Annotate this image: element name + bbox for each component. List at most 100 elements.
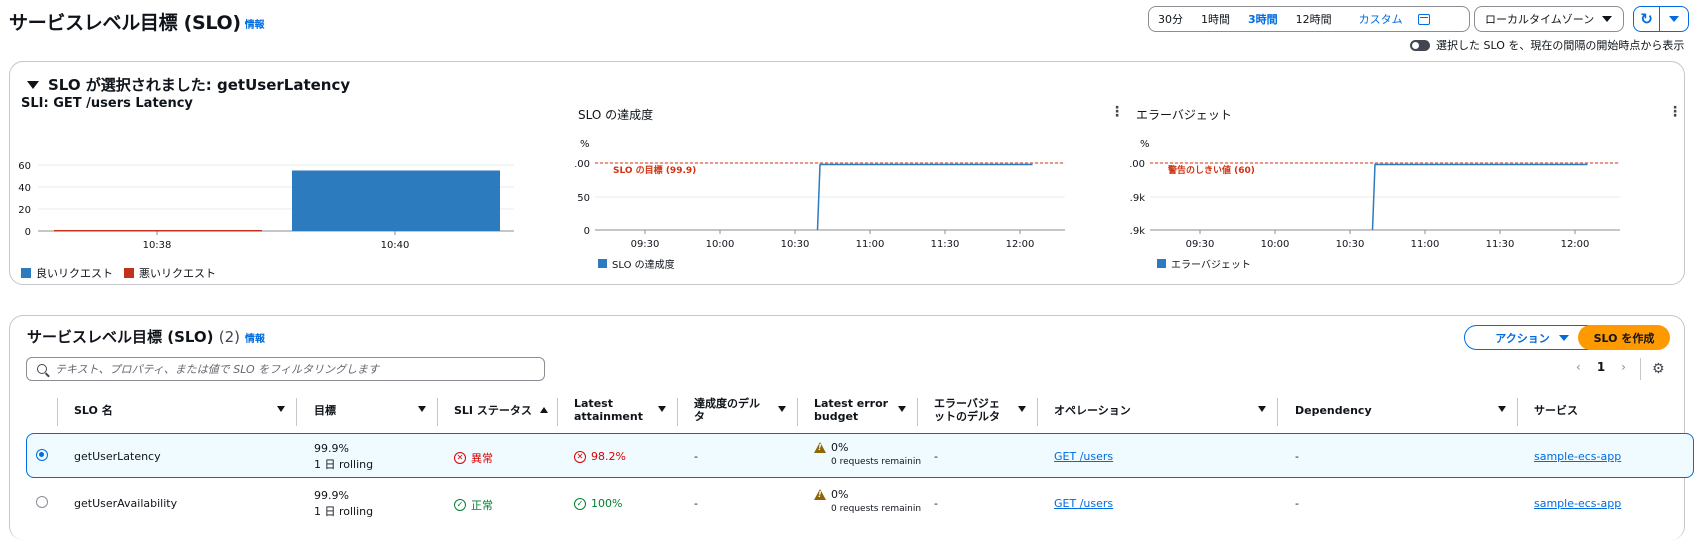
sort-caret-icon[interactable] xyxy=(1498,406,1506,412)
timezone-select[interactable]: ローカルタイムゾーン xyxy=(1474,6,1624,32)
prev-page-icon[interactable]: ‹ xyxy=(1576,360,1581,374)
legend-swatch-good xyxy=(21,268,31,278)
sort-caret-icon[interactable] xyxy=(898,406,906,412)
column-separator xyxy=(437,398,438,426)
y-tick-label: 100 xyxy=(1130,159,1145,170)
x-tick-label: 11:30 xyxy=(1486,239,1515,250)
col-attainment-delta[interactable]: 達成度のデルタ xyxy=(694,393,760,427)
status-badge: ✕ 異常 xyxy=(454,450,493,466)
range-1h[interactable]: 1時間 xyxy=(1192,11,1239,27)
col-service[interactable]: サービス xyxy=(1534,393,1578,427)
toggle-switch[interactable] xyxy=(1410,39,1430,51)
column-separator xyxy=(797,398,798,426)
status-badge: ✓ 正常 xyxy=(454,497,493,513)
x-tick-label: 10:00 xyxy=(706,239,735,250)
caret-down-icon xyxy=(1669,16,1679,22)
threshold-label: 警告のしきい値 (60) xyxy=(1168,164,1255,176)
sli-chart-title: SLI: GET /users Latency xyxy=(21,96,193,111)
caret-down-icon xyxy=(1558,334,1569,341)
column-separator xyxy=(1037,398,1038,426)
x-tick-label: 09:30 xyxy=(1186,239,1215,250)
sli-legend: 良いリクエスト 悪いリクエスト xyxy=(21,265,216,281)
y-tick-label: 20 xyxy=(18,205,31,216)
selected-slo-heading[interactable]: SLO が選択されました: getUserLatency xyxy=(27,74,350,95)
warning-icon xyxy=(814,442,826,453)
create-slo-button[interactable]: SLO を作成 xyxy=(1578,325,1670,350)
col-operation[interactable]: オペレーション xyxy=(1054,393,1131,427)
budget-chart-title: エラーバジェット xyxy=(1136,108,1232,122)
column-separator xyxy=(1517,398,1518,426)
col-latest-error-budget[interactable]: Latest error budget xyxy=(814,393,888,427)
range-12h[interactable]: 12時間 xyxy=(1287,11,1341,27)
show-from-start-toggle[interactable]: 選択した SLO を、現在の間隔の開始時点から表示 xyxy=(1410,37,1684,53)
refresh-options-button[interactable] xyxy=(1660,16,1688,22)
collapse-caret-icon xyxy=(27,80,39,89)
x-tick-label: 11:00 xyxy=(1411,239,1440,250)
legend-swatch-attainment xyxy=(598,259,607,268)
sort-caret-icon[interactable] xyxy=(418,406,426,412)
attainment-delta: - xyxy=(694,450,698,463)
search-input[interactable]: テキスト、プロパティ、または値で SLO をフィルタリングします xyxy=(26,357,545,381)
range-3h[interactable]: 3時間 xyxy=(1239,11,1287,27)
budget-legend: エラーバジェット xyxy=(1157,256,1251,271)
col-dependency[interactable]: Dependency xyxy=(1295,393,1372,427)
col-sli-status[interactable]: SLI ステータス xyxy=(454,393,548,427)
sort-caret-icon[interactable] xyxy=(658,406,666,412)
gear-icon[interactable]: ⚙ xyxy=(1652,361,1665,377)
slo-goal: 99.9% 1 日 rolling xyxy=(314,442,374,471)
slo-name: getUserLatency xyxy=(74,450,161,463)
y-tick-label: 40 xyxy=(18,183,31,194)
info-link[interactable]: 情報 xyxy=(245,20,265,31)
threshold-label: SLO の目標 (99.9) xyxy=(613,164,696,176)
attainment-legend: SLO の達成度 xyxy=(598,256,675,271)
row-radio[interactable] xyxy=(36,496,48,508)
refresh-icon[interactable]: ↻ xyxy=(1634,7,1660,31)
column-separator xyxy=(917,398,918,426)
page-number[interactable]: 1 xyxy=(1597,360,1605,374)
slo-table-title: サービスレベル目標 (SLO) (2) 情報 xyxy=(27,328,265,346)
check-icon: ✓ xyxy=(454,499,466,511)
budget-unit: % xyxy=(1140,139,1150,150)
col-goal[interactable]: 目標 xyxy=(314,393,336,427)
col-latest-attainment[interactable]: Latest attainment xyxy=(574,393,643,427)
legend-swatch-budget xyxy=(1157,259,1166,268)
operation-link[interactable]: GET /users xyxy=(1054,450,1113,463)
error-budget: 0% 0 requests remainin xyxy=(814,441,921,467)
refresh-button-group: ↻ xyxy=(1633,6,1689,32)
next-page-icon[interactable]: › xyxy=(1621,360,1626,374)
time-range-selector: 30分 1時間 3時間 12時間 カスタム xyxy=(1148,6,1470,32)
x-tick-label: 12:00 xyxy=(1561,239,1590,250)
operation-link[interactable]: GET /users xyxy=(1054,497,1113,510)
y-tick-label: 50 xyxy=(577,193,590,204)
sort-caret-icon[interactable] xyxy=(277,406,285,412)
service-link[interactable]: sample-ecs-app xyxy=(1534,450,1621,463)
sort-caret-icon[interactable] xyxy=(778,406,786,412)
column-separator xyxy=(57,398,58,426)
row-radio-selected[interactable] xyxy=(36,449,48,461)
attainment-value: ✕ 98.2% xyxy=(574,450,626,463)
column-separator xyxy=(296,398,297,426)
y-tick-label: -99.9k xyxy=(1130,226,1145,237)
col-name[interactable]: SLO 名 xyxy=(74,393,113,427)
legend-swatch-bad xyxy=(124,268,134,278)
col-budget-delta[interactable]: エラーバジェ ットのデルタ xyxy=(934,393,1000,427)
sli-chart: 60 40 20 0 10:38 10:40 xyxy=(18,161,514,251)
range-custom[interactable]: カスタム xyxy=(1341,11,1439,27)
attainment-value: ✓ 100% xyxy=(574,497,622,510)
legend-good: 良いリクエスト xyxy=(36,267,113,280)
slo-name: getUserAvailability xyxy=(74,497,178,510)
caret-down-icon xyxy=(1602,16,1613,22)
budget-delta: - xyxy=(934,450,938,463)
y-tick-label: 60 xyxy=(18,161,31,172)
sort-caret-icon[interactable] xyxy=(1258,406,1266,412)
range-30m[interactable]: 30分 xyxy=(1149,11,1192,27)
service-link[interactable]: sample-ecs-app xyxy=(1534,497,1621,510)
budget-menu-icon[interactable]: ⋮ xyxy=(1668,104,1682,120)
sort-caret-icon[interactable] xyxy=(1018,406,1026,412)
column-separator xyxy=(1277,398,1278,426)
budget-chart: 100 -49.9k -99.9k 警告のしきい値 (60) 09:30 10:00 10:… xyxy=(1130,159,1620,250)
attainment-chart-title: SLO の達成度 xyxy=(578,108,654,122)
table-info-link[interactable]: 情報 xyxy=(245,334,265,345)
attainment-menu-icon[interactable]: ⋮ xyxy=(1110,104,1124,120)
bar-good-requests xyxy=(292,170,500,231)
